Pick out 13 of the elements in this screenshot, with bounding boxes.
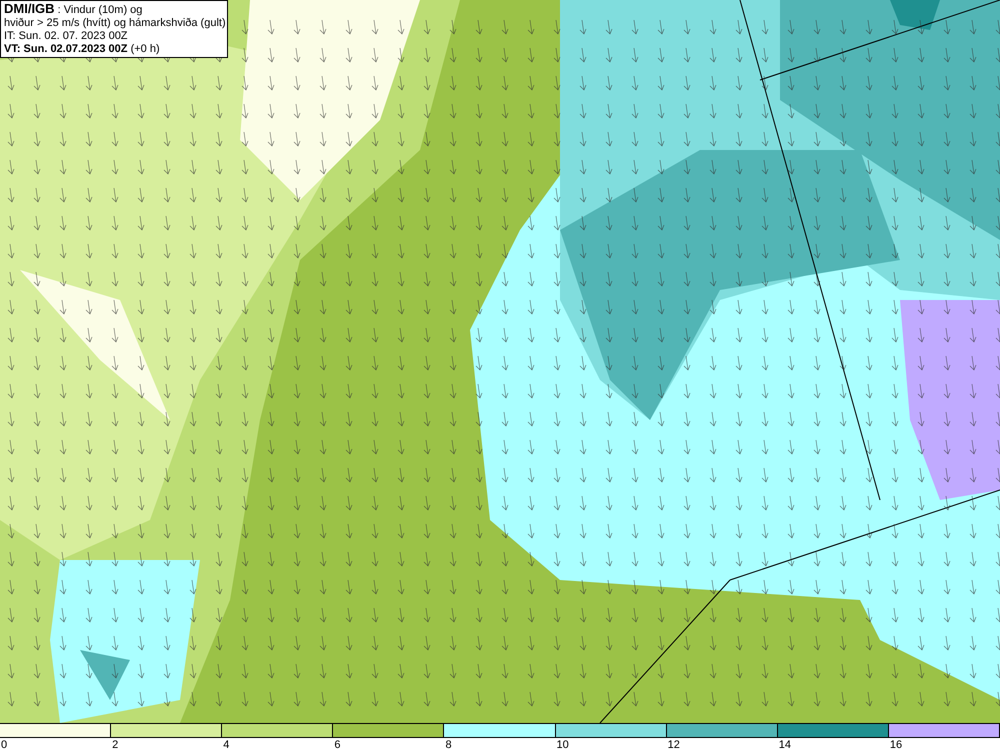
- initial-time-text: IT: Sun. 02. 07. 2023 00Z: [4, 30, 129, 43]
- legend-tick-label: 6: [333, 740, 340, 751]
- legend-tick-label: 14: [778, 740, 792, 751]
- legend-tick-label: 0: [0, 740, 8, 751]
- legend-tick-label: 10: [556, 740, 569, 751]
- subtitle-text: hviður > 25 m/s (hvítt) og hámarkshviða (gult): [4, 17, 224, 30]
- valid-time-text: VT: Sun. 02.07.2023 00Z (+0 h): [4, 43, 161, 56]
- legend-tick-label: 2: [111, 740, 118, 751]
- legend-tick-label: 16: [888, 740, 902, 751]
- legend-tick-label: 8: [444, 740, 452, 751]
- legend-tick-label: 12: [666, 740, 680, 751]
- legend-tick-label: 4: [222, 740, 230, 751]
- title-text: DMI/IGB : Vindur (10m) og: [4, 2, 144, 17]
